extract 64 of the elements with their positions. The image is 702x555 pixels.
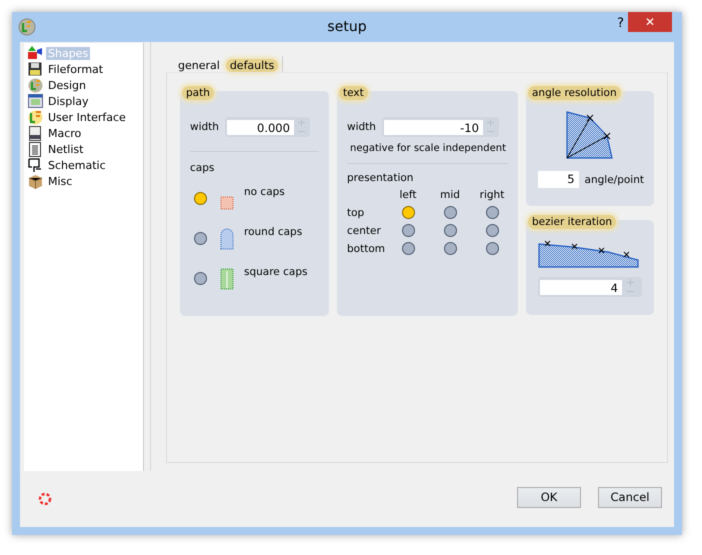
document-icon — [29, 142, 41, 156]
section-label: presentation — [347, 172, 414, 184]
field-label: width — [347, 121, 376, 133]
group-title: angle resolution — [528, 86, 621, 100]
number-spinner[interactable]: 4 — [538, 277, 642, 297]
lifebuoy-icon[interactable] — [38, 492, 52, 506]
sidebar-item[interactable]: Fileformat — [46, 62, 106, 76]
sidebar-item[interactable]: Schematic — [46, 158, 108, 172]
sidebar-item[interactable]: Netlist — [46, 142, 86, 156]
radio-button[interactable] — [444, 242, 456, 255]
number-spinner[interactable]: 0.000 — [224, 117, 310, 137]
window-title: setup — [327, 19, 367, 35]
shapes-icon — [27, 46, 43, 60]
radio-button[interactable] — [194, 272, 207, 284]
radio-button[interactable] — [194, 232, 207, 244]
dialog-button[interactable]: Cancel — [598, 486, 662, 508]
app-logo-icon — [18, 18, 36, 36]
document-icon — [29, 126, 41, 140]
column-label: mid — [440, 189, 460, 201]
column-label: right — [480, 189, 504, 201]
row-label: top — [347, 206, 364, 218]
radio-button[interactable] — [402, 242, 414, 255]
logo-icon — [28, 78, 42, 92]
radio-button[interactable] — [486, 206, 498, 219]
number-spinner[interactable]: -10 — [382, 117, 499, 137]
radio-button[interactable] — [402, 206, 414, 219]
field-label: width — [190, 121, 219, 133]
window-icon — [28, 94, 42, 108]
schematic-icon — [28, 158, 42, 172]
arc-sector-drawing — [566, 111, 614, 159]
radio-button[interactable] — [194, 192, 207, 204]
logo-icon — [28, 110, 42, 124]
hint-text: negative for scale independent — [350, 143, 506, 154]
number-field[interactable]: 5 — [538, 171, 579, 188]
dialog-button[interactable]: OK — [517, 486, 581, 508]
group-title: text — [339, 86, 368, 100]
row-label: center — [347, 224, 381, 236]
row-label: bottom — [347, 242, 385, 254]
tab[interactable]: defaults — [226, 59, 278, 72]
help-button[interactable]: ? — [617, 16, 624, 31]
group-title: bezier iteration — [528, 215, 616, 229]
sidebar-item[interactable]: Design — [46, 78, 88, 92]
bar-pattern-icon — [220, 268, 234, 290]
sidebar-item[interactable]: Macro — [46, 126, 84, 140]
radio-button[interactable] — [444, 224, 456, 237]
radio-button[interactable] — [444, 206, 456, 219]
sidebar-item[interactable]: Misc — [46, 174, 74, 188]
rounded-bar-icon — [220, 228, 234, 250]
close-button[interactable]: ✕ — [628, 12, 672, 32]
tab[interactable]: general — [174, 59, 224, 72]
radio-button[interactable] — [486, 224, 498, 237]
section-label: caps — [190, 162, 214, 174]
option-label: round caps — [244, 226, 304, 238]
sidebar-item[interactable]: User Interface — [46, 110, 128, 124]
unit-label: angle/point — [584, 174, 644, 186]
option-label: square caps — [244, 266, 308, 278]
square-pattern-icon — [220, 196, 234, 210]
radio-button[interactable] — [486, 242, 498, 255]
column-label: left — [399, 189, 416, 201]
sidebar-item[interactable]: Display — [46, 94, 91, 108]
option-label: no caps — [244, 186, 286, 198]
group-title: path — [182, 86, 214, 100]
radio-button[interactable] — [402, 224, 414, 237]
box-icon — [28, 174, 42, 188]
